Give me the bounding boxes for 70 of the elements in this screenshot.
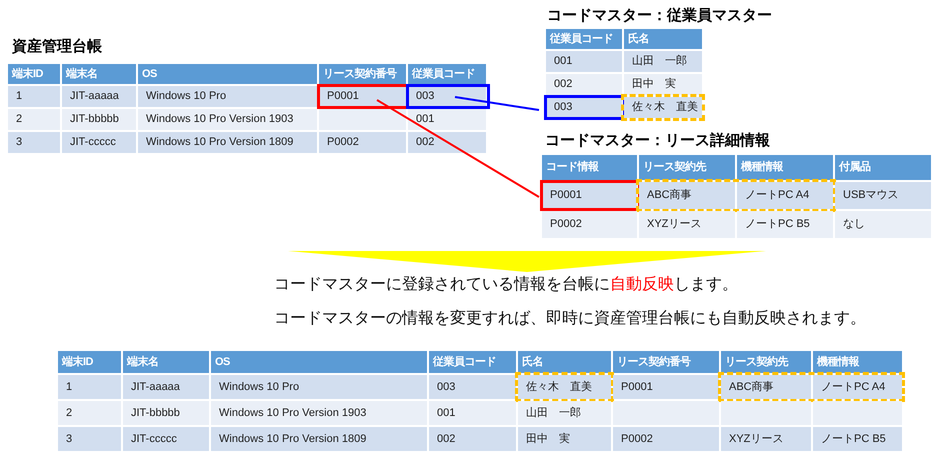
table-cell: 山田 一郎 <box>623 50 703 73</box>
header-cell: リース契約番号 <box>612 350 720 374</box>
header-cell: 端末ID <box>57 350 122 374</box>
header-cell: 氏名 <box>623 28 703 50</box>
table-cell: Windows 10 Pro <box>210 374 428 400</box>
table-cell: P0002 <box>318 131 407 154</box>
header-cell: OS <box>137 63 318 85</box>
table-title: コードマスター：リース詳細情報 <box>545 131 770 151</box>
header-cell: リース契約先 <box>720 350 812 374</box>
table-cell: JIT-bbbbb <box>122 400 210 426</box>
header-cell: リース契約先 <box>638 154 736 181</box>
table-cell: Windows 10 Pro Version 1903 <box>210 400 428 426</box>
table-cell: 003 <box>428 374 517 400</box>
table-cell: ノートPC A4 <box>812 374 903 400</box>
table-cell: 003 <box>407 85 487 108</box>
table-cell: Windows 10 Pro Version 1809 <box>210 426 428 452</box>
table-cell: Windows 10 Pro Version 1903 <box>137 108 318 131</box>
header-cell: リース契約番号 <box>318 63 407 85</box>
header-cell: 端末ID <box>7 63 61 85</box>
message-text: コードマスターに登録されている情報を台帳に 自動反映 します。 <box>274 274 739 295</box>
header-cell: 端末名 <box>122 350 210 374</box>
header-cell: 従業員コード <box>407 63 487 85</box>
header-cell: コード情報 <box>541 154 638 181</box>
table-cell: JIT-bbbbb <box>61 108 137 131</box>
table-title: コードマスター：従業員マスター <box>547 6 772 26</box>
table-cell: 田中 実 <box>517 426 612 452</box>
table-cell: P0001 <box>612 374 720 400</box>
table-cell: 佐々木 直美 <box>517 374 612 400</box>
table-cell: USBマウス <box>834 181 932 210</box>
table-cell: XYZリース <box>638 210 736 239</box>
table-cell: JIT-aaaaa <box>122 374 210 400</box>
header-cell: 従業員コード <box>428 350 517 374</box>
table-cell: 1 <box>57 374 122 400</box>
message-text: コードマスターの情報を変更すれば、即時に資産管理台帳にも自動反映されます。 <box>274 308 866 329</box>
table-title: 資産管理台帳 <box>12 37 102 57</box>
header-cell: 従業員コード <box>545 28 623 50</box>
table-cell: 3 <box>7 131 61 154</box>
table-cell: 001 <box>428 400 517 426</box>
table-cell: XYZリース <box>720 426 812 452</box>
table-cell: P0001 <box>541 181 638 210</box>
header-cell: 氏名 <box>517 350 612 374</box>
table-cell: ノートPC B5 <box>736 210 834 239</box>
header-cell: OS <box>210 350 428 374</box>
table-cell: JIT-ccccc <box>61 131 137 154</box>
table-cell: JIT-aaaaa <box>61 85 137 108</box>
table-cell: Windows 10 Pro <box>137 85 318 108</box>
header-cell: 機種情報 <box>812 350 903 374</box>
table-cell: Windows 10 Pro Version 1809 <box>137 131 318 154</box>
table-cell: 佐々木 直美 <box>623 96 703 119</box>
table-cell: 002 <box>545 73 623 96</box>
table-cell: 1 <box>7 85 61 108</box>
table-cell: 001 <box>545 50 623 73</box>
table-cell: 002 <box>428 426 517 452</box>
table-cell: なし <box>834 210 932 239</box>
table-cell: 002 <box>407 131 487 154</box>
header-cell: 機種情報 <box>736 154 834 181</box>
table-cell: 001 <box>407 108 487 131</box>
table-cell: 003 <box>545 96 623 119</box>
table-cell: P0002 <box>541 210 638 239</box>
table-cell: P0002 <box>612 426 720 452</box>
table-cell: JIT-ccccc <box>122 426 210 452</box>
table-cell: P0001 <box>318 85 407 108</box>
table-cell: ノートPC A4 <box>736 181 834 210</box>
header-cell: 付属品 <box>834 154 932 181</box>
table-cell: 2 <box>57 400 122 426</box>
header-cell: 端末名 <box>61 63 137 85</box>
table-cell: 2 <box>7 108 61 131</box>
table-cell: 3 <box>57 426 122 452</box>
table-cell: 山田 一郎 <box>517 400 612 426</box>
table-cell: ノートPC B5 <box>812 426 903 452</box>
